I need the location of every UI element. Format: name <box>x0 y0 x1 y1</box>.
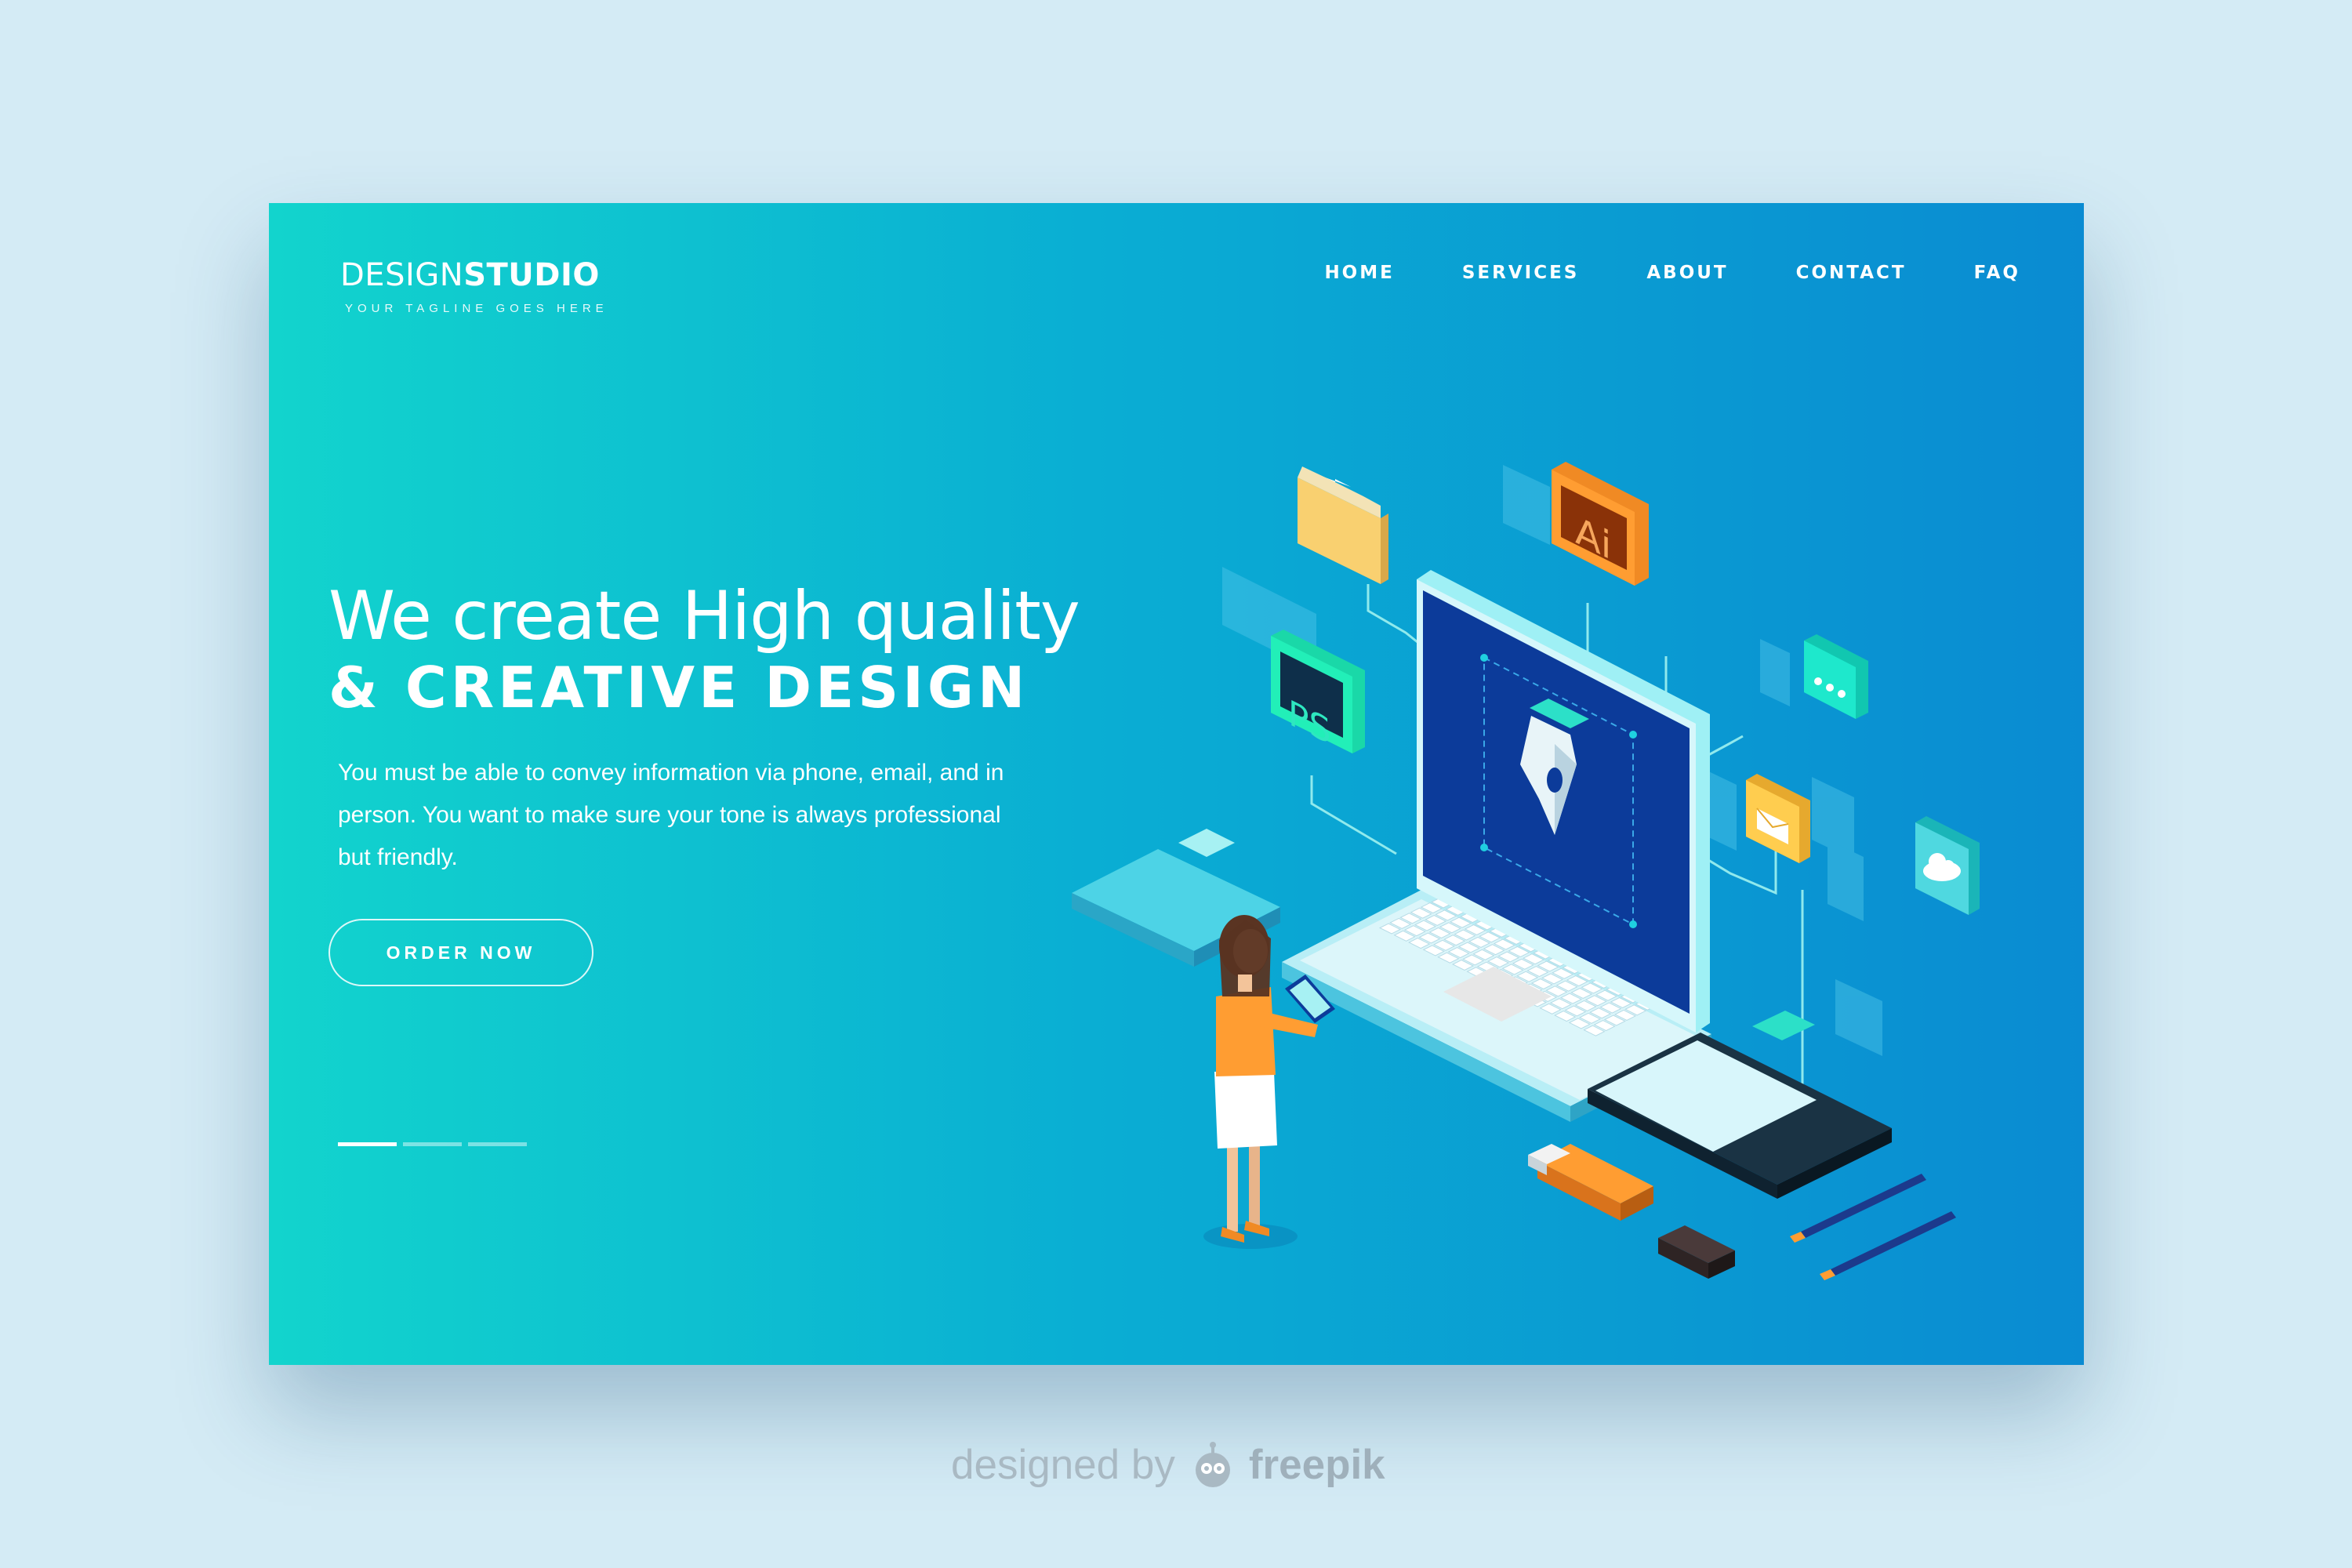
landing-page-card: DESIGNSTUDIO YOUR TAGLINE GOES HERE HOME… <box>269 203 2084 1365</box>
cloud-icon <box>1915 816 1980 915</box>
folder-icon <box>1298 466 1388 584</box>
freepik-logo-icon <box>1195 1441 1230 1487</box>
isometric-illustration: Ai PS <box>1072 462 1980 1280</box>
usb-stick <box>1528 1144 1653 1221</box>
mail-icon <box>1746 774 1810 863</box>
pencils <box>1790 1174 1956 1280</box>
designer-credit[interactable]: designed by freepik <box>951 1441 1385 1489</box>
credit-brand: freepik <box>1248 1442 1385 1488</box>
illustrator-icon: Ai <box>1552 462 1649 586</box>
credit-prefix: designed by <box>951 1442 1175 1488</box>
photoshop-icon: PS <box>1271 630 1365 753</box>
chat-icon <box>1804 634 1868 719</box>
eraser <box>1658 1225 1735 1279</box>
laptop <box>1282 570 1711 1122</box>
